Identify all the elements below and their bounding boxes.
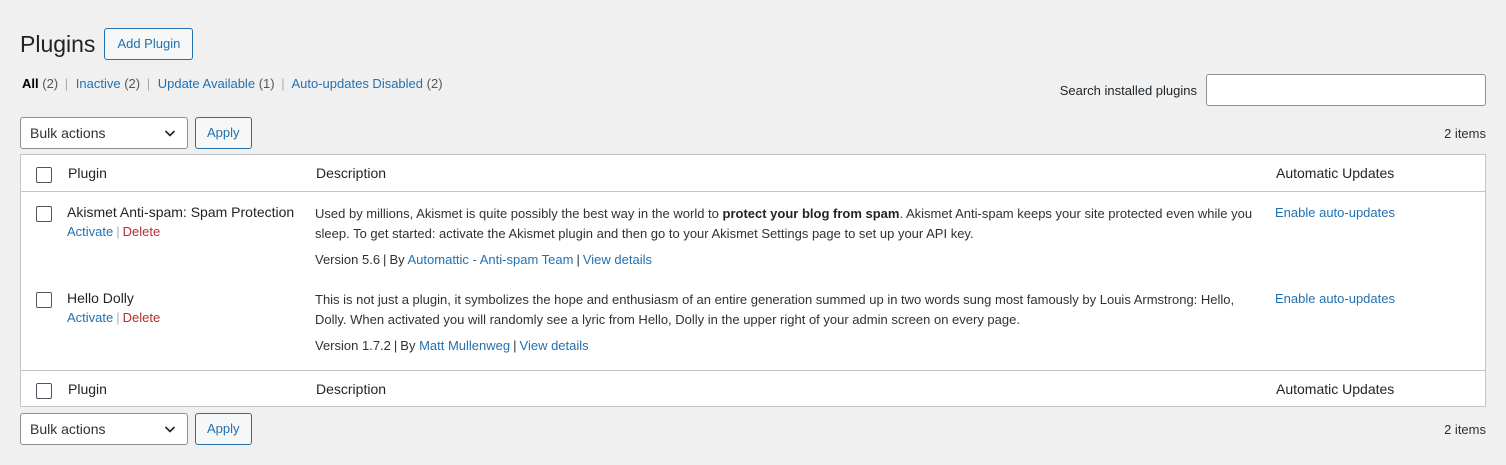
column-plugin[interactable]: Plugin — [68, 165, 107, 181]
plugin-description: This is not just a plugin, it symbolizes… — [315, 292, 1235, 327]
by-label: By — [389, 252, 405, 267]
chevron-down-icon — [164, 426, 176, 433]
filter-separator: | — [143, 76, 151, 91]
author-link[interactable]: Matt Mullenweg — [419, 338, 510, 353]
plugin-version: Version 1.7.2 — [315, 338, 391, 353]
select-all-checkbox[interactable] — [36, 167, 52, 183]
column-description: Description — [316, 165, 387, 181]
filter-all-count: (2) — [42, 76, 59, 91]
plugin-name: Hello Dolly — [67, 290, 134, 306]
description-text: Used by millions, Akismet is quite possi… — [315, 206, 723, 221]
chevron-down-icon — [164, 130, 176, 137]
filter-all[interactable]: All (2) — [22, 76, 58, 91]
view-details-link[interactable]: View details — [583, 252, 652, 267]
filter-inactive-count: (2) — [124, 76, 141, 91]
action-separator: | — [116, 310, 120, 325]
activate-link[interactable]: Activate — [67, 310, 113, 325]
table-header: Plugin Description Automatic Updates — [21, 155, 1485, 192]
plugin-meta: Version 1.7.2 | By Matt Mullenweg | View det… — [315, 338, 589, 353]
row-actions: Activate | Delete — [67, 224, 160, 239]
bulk-actions-select[interactable]: Bulk actions — [20, 413, 188, 445]
filter-update-available-count: (1) — [258, 76, 275, 91]
bulk-actions-select[interactable]: Bulk actions — [20, 117, 188, 149]
search-input[interactable] — [1206, 74, 1486, 106]
add-plugin-button[interactable]: Add Plugin — [104, 28, 194, 60]
search-box: Search installed plugins — [1060, 74, 1486, 106]
bulk-actions-value: Bulk actions — [30, 125, 106, 141]
plugin-meta: Version 5.6 | By Automattic - Anti-spam Te… — [315, 252, 652, 267]
by-label: By — [400, 338, 416, 353]
status-filters: All (2) | Inactive (2) | Update Availabl… — [22, 76, 443, 91]
column-description: Description — [316, 381, 387, 397]
activate-link[interactable]: Activate — [67, 224, 113, 239]
filter-inactive[interactable]: Inactive (2) — [76, 76, 140, 91]
filter-auto-updates-disabled-count: (2) — [426, 76, 443, 91]
plugins-table: Plugin Description Automatic Updates Aki… — [20, 154, 1486, 407]
row-actions: Activate | Delete — [67, 310, 160, 325]
plugin-checkbox[interactable] — [36, 206, 52, 222]
search-label: Search installed plugins — [1059, 82, 1197, 98]
page-title: Plugins — [20, 31, 96, 57]
apply-button[interactable]: Apply — [195, 117, 252, 149]
plugin-checkbox[interactable] — [36, 292, 52, 308]
delete-link[interactable]: Delete — [123, 224, 161, 239]
delete-link[interactable]: Delete — [123, 310, 161, 325]
filter-update-available-label[interactable]: Update Available — [158, 76, 255, 91]
tablenav-top: Bulk actions Apply 2 items — [20, 117, 1486, 149]
description-bold: protect your blog from spam — [722, 206, 900, 221]
filter-separator: | — [277, 76, 285, 91]
meta-separator: | — [513, 338, 517, 353]
meta-separator: | — [576, 252, 580, 267]
meta-separator: | — [393, 338, 398, 353]
plugin-name: Akismet Anti-spam: Spam Protection — [67, 204, 295, 220]
table-row: Hello Dolly Activate | Delete This is not … — [21, 279, 1485, 365]
bulk-actions-value: Bulk actions — [30, 421, 106, 437]
filter-inactive-label[interactable]: Inactive — [76, 76, 121, 91]
plugin-description: Used by millions, Akismet is quite possi… — [315, 204, 1260, 243]
items-count: 2 items — [1444, 125, 1486, 141]
column-automatic-updates: Automatic Updates — [1276, 381, 1395, 397]
enable-auto-updates-link[interactable]: Enable auto-updates — [1275, 291, 1395, 306]
column-automatic-updates: Automatic Updates — [1276, 165, 1395, 181]
tablenav-bottom: Bulk actions Apply 2 items — [20, 413, 1486, 445]
filter-auto-updates-disabled[interactable]: Auto-updates Disabled (2) — [291, 76, 442, 91]
filter-separator: | — [61, 76, 69, 91]
filter-auto-updates-disabled-label[interactable]: Auto-updates Disabled — [291, 76, 423, 91]
action-separator: | — [116, 224, 120, 239]
plugin-version: Version 5.6 — [315, 252, 381, 267]
select-all-checkbox[interactable] — [36, 383, 52, 399]
apply-button[interactable]: Apply — [195, 413, 252, 445]
items-count: 2 items — [1444, 421, 1486, 437]
table-footer: Plugin Description Automatic Updates — [21, 370, 1485, 407]
meta-separator: | — [383, 252, 387, 267]
title-row: Plugins Add Plugin — [20, 28, 194, 60]
column-plugin[interactable]: Plugin — [68, 381, 107, 397]
table-row: Akismet Anti-spam: Spam Protection Activ… — [21, 193, 1485, 279]
author-link[interactable]: Automattic - Anti-spam Team — [408, 252, 574, 267]
enable-auto-updates-link[interactable]: Enable auto-updates — [1275, 205, 1395, 220]
filter-update-available[interactable]: Update Available (1) — [158, 76, 275, 91]
filter-all-label[interactable]: All — [22, 76, 39, 91]
plugins-page: Plugins Add Plugin All (2) | Inactive (2… — [0, 0, 1506, 465]
view-details-link[interactable]: View details — [520, 338, 589, 353]
